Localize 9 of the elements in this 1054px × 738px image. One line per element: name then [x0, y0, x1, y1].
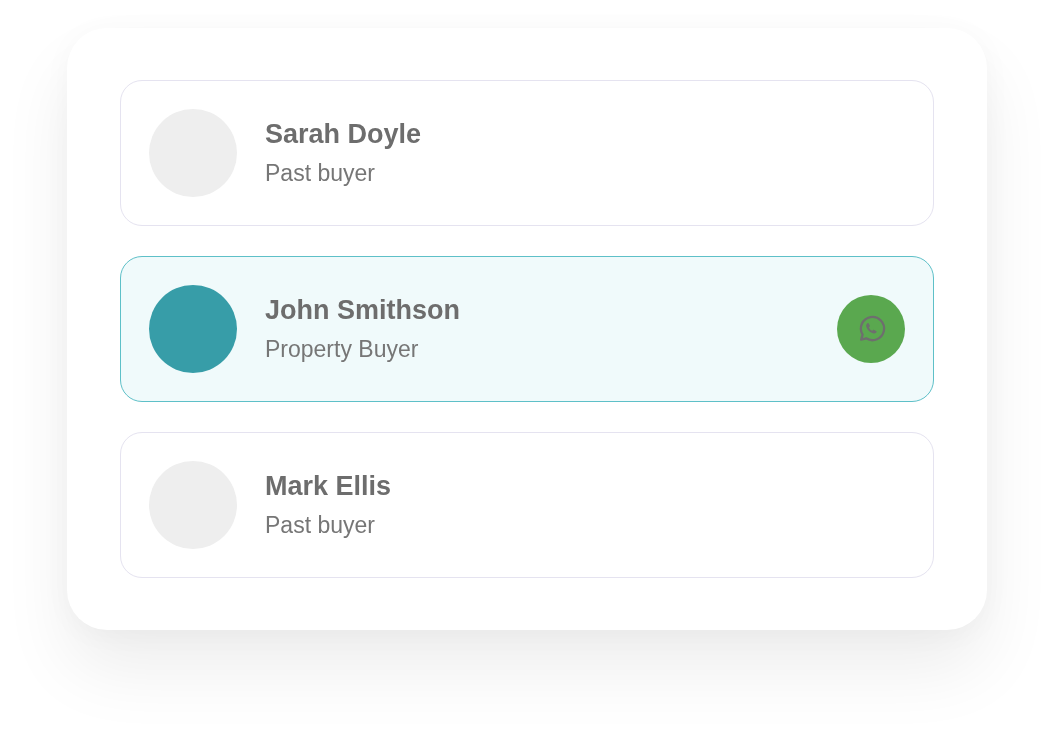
contact-card[interactable]: Sarah Doyle Past buyer — [120, 80, 934, 226]
contact-role: Past buyer — [265, 511, 375, 540]
contact-role: Past buyer — [265, 159, 375, 188]
contact-name: Sarah Doyle — [265, 118, 422, 151]
contact-role: Property Buyer — [265, 335, 419, 364]
contact-card[interactable]: Mark Ellis Past buyer — [120, 432, 934, 578]
contact-card[interactable]: John Smithson Property Buyer — [120, 256, 934, 402]
contact-name: Mark Ellis — [265, 470, 392, 503]
contact-name: John Smithson — [265, 294, 460, 327]
